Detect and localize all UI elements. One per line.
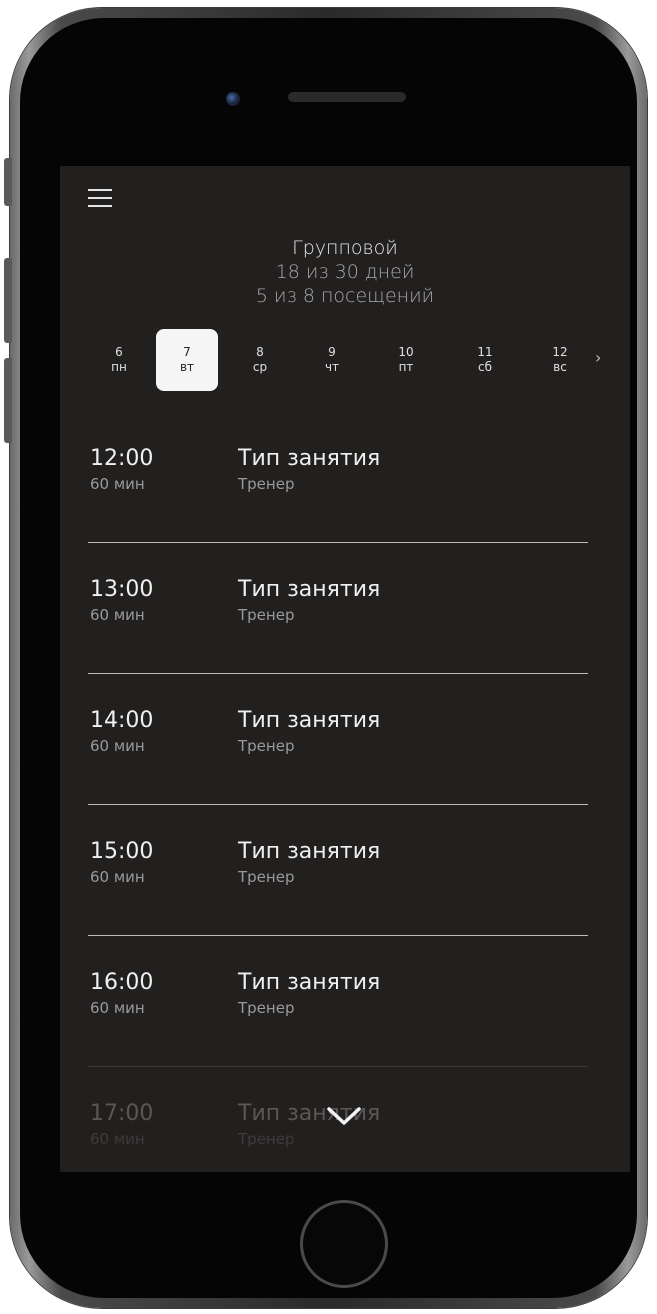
session-duration: 60 мин: [90, 1130, 145, 1148]
session-row[interactable]: 15:00 60 мин Тип занятия Тренер: [88, 805, 588, 936]
day-selector: 6 пн 7 вт 8 ср 9 чт 10 пт 11 сб 12 вс: [88, 329, 618, 391]
subscription-title: Групповой: [292, 237, 398, 259]
session-duration: 60 мин: [90, 475, 145, 493]
session-type: Тип занятия: [238, 577, 381, 602]
visits-progress: 5 из 8 посещений: [255, 285, 435, 307]
day-weekday: чт: [324, 360, 340, 374]
day-weekday: вс: [553, 360, 567, 374]
day-weekday: пт: [398, 360, 414, 374]
day-weekday: сб: [478, 360, 492, 374]
day-number: 8: [256, 345, 264, 359]
session-time: 12:00: [90, 446, 154, 471]
day-item[interactable]: 12 вс: [529, 329, 591, 391]
session-type: Тип занятия: [238, 839, 381, 864]
session-list: 12:00 60 мин Тип занятия Тренер 13:00 60…: [88, 412, 588, 1172]
day-item[interactable]: 6 пн: [88, 329, 150, 391]
chevron-down-icon[interactable]: [326, 1105, 362, 1127]
day-number: 7: [183, 345, 191, 359]
session-time: 13:00: [90, 577, 154, 602]
day-item[interactable]: 9 чт: [301, 329, 363, 391]
session-trainer: Тренер: [238, 1130, 295, 1148]
day-weekday: вт: [179, 360, 195, 374]
session-trainer: Тренер: [238, 606, 295, 624]
session-duration: 60 мин: [90, 999, 145, 1017]
home-button[interactable]: [300, 1200, 388, 1288]
session-trainer: Тренер: [238, 868, 295, 886]
day-item[interactable]: 8 ср: [229, 329, 291, 391]
days-progress: 18 из 30 дней: [275, 261, 415, 283]
session-type: Тип занятия: [238, 708, 381, 733]
day-item[interactable]: 11 сб: [454, 329, 516, 391]
session-type: Тип занятия: [238, 446, 381, 471]
session-row[interactable]: 12:00 60 мин Тип занятия Тренер: [88, 412, 588, 543]
day-item[interactable]: 10 пт: [375, 329, 437, 391]
session-time: 15:00: [90, 839, 154, 864]
app-screen: Групповой 18 из 30 дней 5 из 8 посещений…: [60, 166, 630, 1172]
session-trainer: Тренер: [238, 475, 295, 493]
session-duration: 60 мин: [90, 868, 145, 886]
day-item-selected[interactable]: 7 вт: [156, 329, 218, 391]
day-weekday: ср: [252, 360, 268, 374]
session-time: 14:00: [90, 708, 154, 733]
day-number: 10: [398, 345, 414, 359]
earpiece-speaker: [288, 92, 406, 102]
volume-up-button: [4, 258, 12, 343]
session-time: 16:00: [90, 970, 154, 995]
volume-down-button: [4, 358, 12, 443]
hamburger-menu-icon[interactable]: [88, 189, 112, 207]
day-weekday: пн: [111, 360, 127, 374]
day-number: 6: [115, 345, 123, 359]
subscription-header: Групповой 18 из 30 дней 5 из 8 посещений: [60, 236, 630, 308]
session-trainer: Тренер: [238, 999, 295, 1017]
day-number: 12: [552, 345, 568, 359]
session-duration: 60 мин: [90, 606, 145, 624]
session-row[interactable]: 16:00 60 мин Тип занятия Тренер: [88, 936, 588, 1067]
mute-switch: [4, 158, 12, 206]
front-camera: [226, 92, 240, 106]
session-type: Тип занятия: [238, 970, 381, 995]
session-trainer: Тренер: [238, 737, 295, 755]
day-number: 11: [477, 345, 493, 359]
session-row[interactable]: 13:00 60 мин Тип занятия Тренер: [88, 543, 588, 674]
session-time: 17:00: [90, 1101, 154, 1126]
session-row[interactable]: 14:00 60 мин Тип занятия Тренер: [88, 674, 588, 805]
chevron-right-icon[interactable]: ›: [595, 348, 601, 368]
day-number: 9: [328, 345, 336, 359]
phone-frame: Групповой 18 из 30 дней 5 из 8 посещений…: [4, 8, 647, 1308]
session-duration: 60 мин: [90, 737, 145, 755]
